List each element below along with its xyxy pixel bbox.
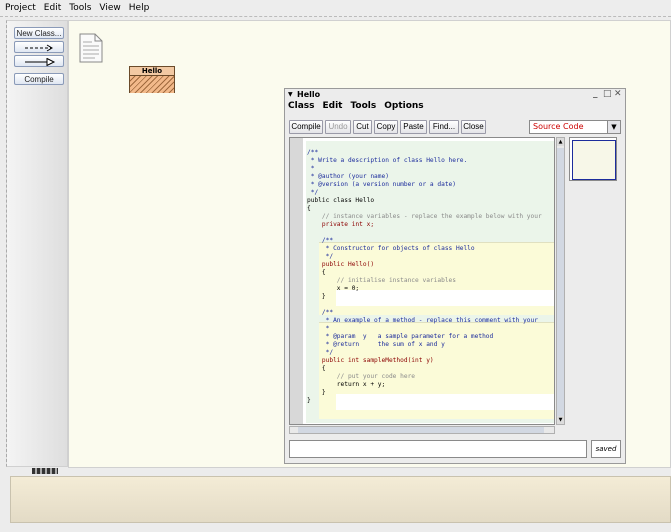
code-lines: /** * Write a description of class Hello… [307, 149, 542, 405]
dashed-arrow-icon [25, 44, 53, 52]
code-line: } [307, 389, 326, 396]
minimap-viewport[interactable] [572, 140, 616, 180]
view-mode-select[interactable]: Source Code ▼ [529, 120, 621, 134]
code-line: * Constructor for objects of class Hello [307, 245, 475, 252]
code-line: x = 0; [307, 285, 360, 292]
object-bench [10, 476, 671, 523]
code-line: /** [307, 237, 334, 244]
menu-tools[interactable]: Tools [65, 3, 95, 13]
source-code-area[interactable]: /** * Write a description of class Hello… [289, 137, 555, 425]
menu-view[interactable]: View [95, 3, 124, 13]
save-status-label: saved [591, 440, 621, 458]
inheritance-arrow-icon [25, 58, 56, 66]
code-line: } [307, 293, 326, 300]
code-line: /** [307, 309, 334, 316]
copy-button[interactable]: Copy [374, 120, 398, 134]
code-line: */ [307, 349, 334, 356]
code-line: */ [307, 253, 334, 260]
close-icon[interactable]: ✕ [614, 89, 622, 100]
scroll-down-icon[interactable]: ▼ [557, 416, 564, 424]
class-hello-box[interactable]: Hello [129, 66, 175, 93]
code-line: */ [307, 189, 319, 196]
code-line: { [307, 205, 311, 212]
code-line: * An example of a method - replace this … [307, 317, 538, 324]
code-line: private int x; [307, 221, 375, 228]
code-line: return x + y; [307, 381, 386, 388]
left-tool-panel: New Class... Compile [6, 20, 68, 467]
code-line: * @return the sum of x and y [307, 341, 445, 348]
menu-project[interactable]: Project [0, 3, 40, 13]
editor-message-field [289, 440, 587, 458]
code-line: * @author (your name) [307, 173, 389, 180]
code-line: * [307, 165, 315, 172]
code-line: // instance variables - replace the exam… [307, 213, 542, 220]
class-hello-name: Hello [130, 67, 174, 76]
editor-menu-edit[interactable]: Edit [322, 101, 342, 113]
code-line: { [307, 269, 326, 276]
code-minimap[interactable] [569, 137, 617, 181]
chevron-down-icon[interactable]: ▼ [607, 121, 620, 133]
code-line: } [307, 397, 311, 404]
vertical-scrollbar[interactable]: ▲ ▼ [556, 137, 565, 425]
class-hello-uncompiled-hatch [130, 76, 174, 93]
vertical-scroll-thumb[interactable] [557, 148, 564, 418]
code-line: * [307, 325, 330, 332]
line-gutter [290, 138, 303, 424]
dependency-arrow-button[interactable] [14, 41, 64, 53]
editor-compile-button[interactable]: Compile [289, 120, 323, 134]
new-class-button[interactable]: New Class... [14, 27, 64, 39]
code-line: { [307, 365, 326, 372]
menu-help[interactable]: Help [125, 3, 154, 13]
code-line: * @version (a version number or a date) [307, 181, 457, 188]
paste-button[interactable]: Paste [400, 120, 427, 134]
minimize-icon[interactable]: _ [593, 89, 598, 100]
code-line: public int sampleMethod(int y) [307, 357, 434, 364]
view-mode-value: Source Code [533, 122, 584, 131]
scroll-up-icon[interactable]: ▲ [557, 138, 564, 146]
undo-button[interactable]: Undo [325, 120, 351, 134]
editor-title-bar[interactable]: ▼ Hello _ □ ✕ [285, 89, 625, 100]
editor-window: ▼ Hello _ □ ✕ Class Edit Tools Options C… [284, 88, 626, 464]
editor-menubar: Class Edit Tools Options [288, 101, 432, 113]
code-line: /** [307, 149, 319, 156]
editor-title: Hello [297, 90, 321, 99]
menu-edit[interactable]: Edit [40, 3, 65, 13]
close-button[interactable]: Close [461, 120, 486, 134]
window-menu-icon[interactable]: ▼ [288, 89, 293, 100]
progress-indicator [32, 468, 58, 474]
code-line: public Hello() [307, 261, 375, 268]
code-line: * Write a description of class Hello her… [307, 157, 468, 164]
editor-menu-options[interactable]: Options [384, 101, 423, 113]
editor-menu-class[interactable]: Class [288, 101, 314, 113]
horizontal-scrollbar[interactable] [289, 426, 555, 434]
code-line: // put your code here [307, 373, 416, 380]
find-button[interactable]: Find... [429, 120, 459, 134]
code-line: // initialise instance variables [307, 277, 457, 284]
main-menubar: Project Edit Tools View Help [0, 0, 671, 17]
code-line: * @param y a sample parameter for a meth… [307, 333, 494, 340]
code-line: public class Hello [307, 197, 375, 204]
maximize-icon[interactable]: □ [603, 89, 612, 100]
inheritance-arrow-button[interactable] [14, 55, 64, 67]
compile-button[interactable]: Compile [14, 73, 64, 85]
horizontal-scroll-thumb[interactable] [298, 427, 544, 433]
cut-button[interactable]: Cut [353, 120, 372, 134]
readme-document-icon[interactable] [79, 33, 103, 63]
editor-menu-tools[interactable]: Tools [350, 101, 376, 113]
